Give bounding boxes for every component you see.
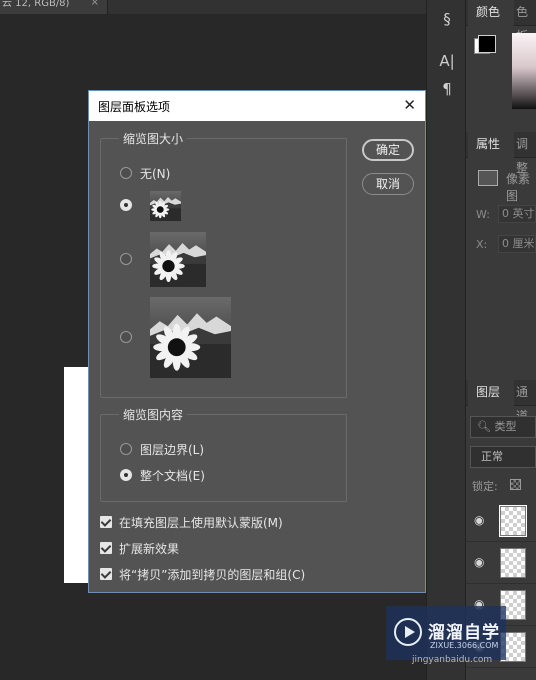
x-label: X: bbox=[476, 238, 488, 251]
eye-icon[interactable]: ◉ bbox=[474, 555, 484, 569]
layers-panel-options-dialog: 图层面板选项 ✕ 缩览图大小 无(N) 缩览图内容 图层边界(L) 整个文档(E… bbox=[88, 90, 426, 593]
character-icon[interactable]: A| bbox=[437, 52, 457, 70]
ok-button[interactable]: 确定 bbox=[362, 139, 414, 161]
radio-layer-bounds[interactable] bbox=[120, 443, 132, 455]
close-icon[interactable]: × bbox=[91, 0, 99, 8]
layer-row[interactable]: ◉ bbox=[466, 542, 536, 584]
paragraph-style-icon[interactable]: § bbox=[437, 10, 457, 28]
blend-mode-select[interactable]: 正常 bbox=[470, 446, 536, 468]
width-field[interactable]: 0 英寸 bbox=[498, 205, 536, 223]
foreground-color-swatch[interactable] bbox=[478, 35, 496, 53]
width-label: W: bbox=[476, 208, 490, 221]
tab-bar bbox=[108, 0, 426, 14]
thumb-preview-large bbox=[150, 297, 231, 378]
checkbox-expand-effects-label: 扩展新效果 bbox=[119, 542, 180, 556]
right-panels: 颜色 色板 属性 调整 像素图 W: 0 英寸 X: 0 厘米 图层 通道 🔍︎… bbox=[466, 0, 536, 680]
tab-color[interactable]: 颜色 bbox=[468, 0, 514, 26]
properties-type-label: 像素图 bbox=[506, 172, 531, 203]
radio-thumb-none-label: 无(N) bbox=[140, 167, 171, 181]
checkbox-add-copy[interactable] bbox=[100, 568, 112, 580]
eye-icon[interactable]: ◉ bbox=[474, 513, 484, 527]
tab-layers[interactable]: 图层 bbox=[468, 380, 514, 406]
radio-layer-bounds-label: 图层边界(L) bbox=[140, 443, 205, 457]
thumbnail-size-group-title: 缩览图大小 bbox=[119, 130, 188, 147]
watermark-url: jingyanbaidu.com bbox=[412, 655, 493, 665]
watermark-title: 溜溜自学 bbox=[428, 623, 500, 643]
layers-panel-header: 图层 通道 bbox=[466, 380, 536, 423]
checkbox-expand-effects[interactable] bbox=[100, 542, 112, 554]
layer-filter-input[interactable]: 🔍︎ 类型 bbox=[470, 416, 536, 438]
thumb-preview-medium bbox=[150, 232, 206, 287]
document-tab[interactable]: 云 12, RGB/8) × bbox=[0, 0, 108, 14]
watermark: 溜溜自学 ZIXUE.3066.COM bbox=[386, 606, 506, 660]
color-picker-field[interactable] bbox=[512, 33, 536, 109]
watermark-subtitle: ZIXUE.3066.COM bbox=[430, 641, 499, 650]
close-icon[interactable]: ✕ bbox=[403, 95, 416, 115]
radio-thumb-large[interactable] bbox=[120, 331, 132, 343]
radio-entire-document[interactable] bbox=[120, 469, 132, 481]
pixel-layer-icon bbox=[478, 170, 498, 186]
radio-thumb-medium[interactable] bbox=[120, 253, 132, 265]
dialog-title: 图层面板选项 bbox=[98, 100, 171, 114]
checkbox-default-mask[interactable] bbox=[100, 516, 112, 528]
layer-row[interactable]: ◉ bbox=[466, 500, 536, 542]
thumbnail-content-group bbox=[100, 414, 347, 502]
lock-label: 锁定: bbox=[472, 480, 498, 493]
thumbnail-content-group-title: 缩览图内容 bbox=[119, 406, 188, 423]
layer-thumbnail bbox=[499, 505, 527, 537]
tab-properties[interactable]: 属性 bbox=[468, 132, 514, 158]
play-logo-icon bbox=[394, 618, 422, 646]
layer-thumbnail bbox=[500, 548, 526, 578]
cancel-button[interactable]: 取消 bbox=[362, 173, 414, 195]
checkbox-default-mask-label: 在填充图层上使用默认蒙版(M) bbox=[119, 516, 283, 530]
dialog-titlebar[interactable]: 图层面板选项 ✕ bbox=[89, 91, 425, 121]
layer-filter-placeholder: 类型 bbox=[494, 420, 517, 433]
checkbox-add-copy-label: 将“拷贝”添加到拷贝的图层和组(C) bbox=[119, 568, 306, 582]
color-panel-header: 颜色 色板 bbox=[466, 0, 536, 43]
radio-thumb-none[interactable] bbox=[120, 167, 132, 179]
properties-panel-header: 属性 调整 bbox=[466, 132, 536, 175]
panel-icon-strip: § A| ¶ bbox=[426, 0, 466, 680]
thumb-preview-small bbox=[150, 191, 181, 221]
pilcrow-icon[interactable]: ¶ bbox=[437, 80, 457, 98]
search-icon: 🔍︎ bbox=[477, 420, 491, 433]
x-field[interactable]: 0 厘米 bbox=[498, 235, 536, 253]
lock-transparent-icon[interactable] bbox=[510, 479, 521, 490]
radio-thumb-small[interactable] bbox=[120, 199, 132, 211]
document-tab-label: 云 12, RGB/8) bbox=[2, 0, 70, 9]
radio-entire-document-label: 整个文档(E) bbox=[140, 469, 205, 483]
